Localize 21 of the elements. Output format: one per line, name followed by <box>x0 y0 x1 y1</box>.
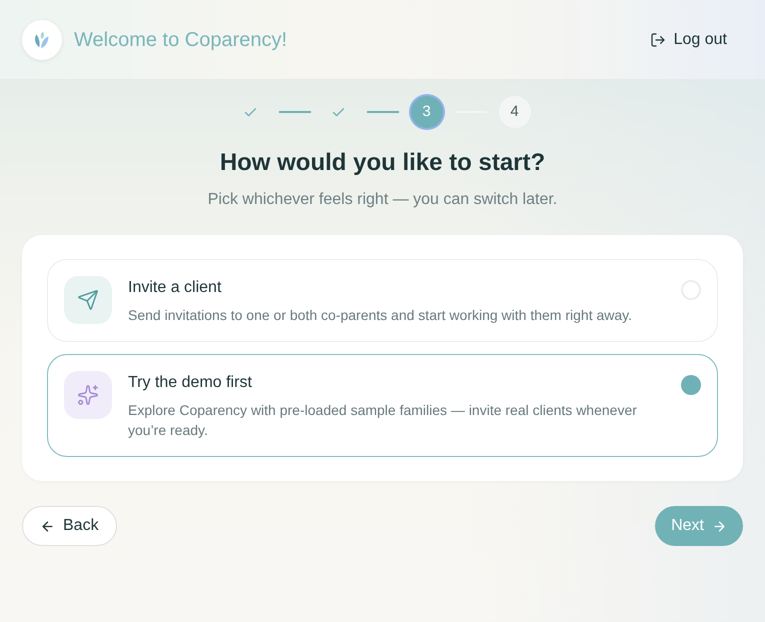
back-button[interactable]: Back <box>22 506 117 546</box>
option-description: Send invitations to one or both co-parents and start working with them right away. <box>128 306 634 325</box>
page-subheading: Pick whichever feels right — you can switch later. <box>206 190 558 210</box>
leaf-logo-icon <box>22 20 62 60</box>
welcome-title: Welcome to Coparency! <box>74 28 288 52</box>
step-connector <box>366 111 398 113</box>
logout-button[interactable]: Log out <box>638 20 739 60</box>
option-description: Explore Coparency with pre-loaded sample families — invite real clients whenever you’re ready. <box>128 401 638 440</box>
step-connector <box>278 111 310 113</box>
current-step: 3 <box>410 96 442 128</box>
arrow-right-icon <box>712 518 727 534</box>
radio-button[interactable] <box>681 375 701 395</box>
logout-icon <box>650 32 666 48</box>
option-title: Try the demo first <box>128 373 253 393</box>
option-card[interactable]: Invite a client Send invitations to one or both co-parents and start working with them right away. <box>47 259 718 342</box>
page-heading: How would you like to start? <box>218 148 546 178</box>
paper-plane-icon <box>64 276 112 324</box>
option-title: Invite a client <box>128 278 222 298</box>
sparkles-icon <box>64 371 112 419</box>
option-card[interactable]: Try the demo first Explore Coparency with pre-loaded sample families — invite real clients whenever you’re ready. <box>47 354 718 457</box>
upcoming-step: 4 <box>498 96 530 128</box>
